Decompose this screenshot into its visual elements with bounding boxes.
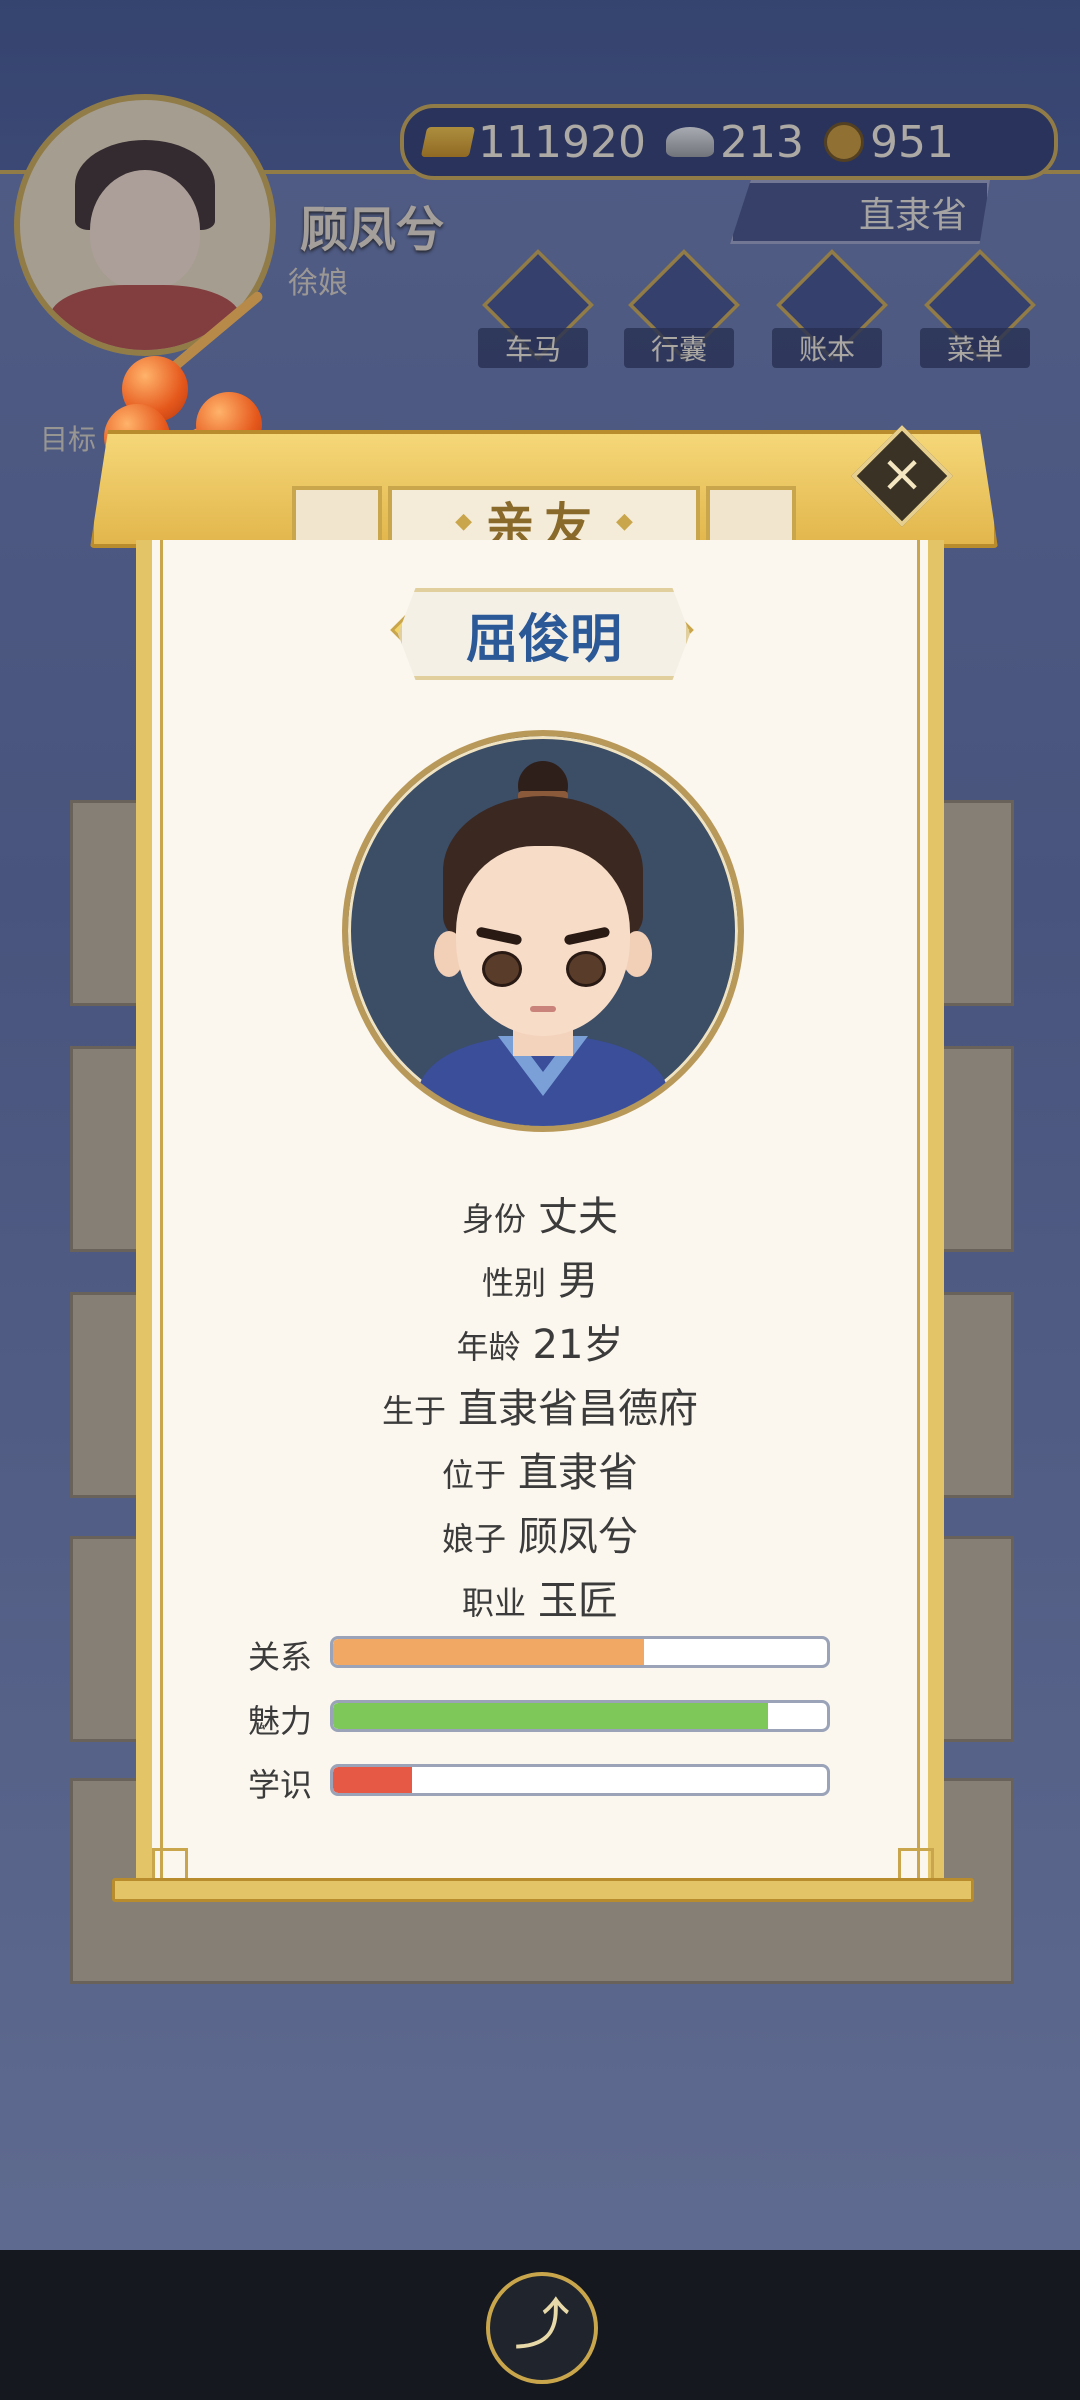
info-birthplace: 生于 直隶省昌德府 (136, 1376, 944, 1434)
knowledge-bar (330, 1764, 830, 1796)
info-gender: 性别男 (136, 1248, 944, 1306)
share-button[interactable]: ⤴ (486, 2272, 598, 2384)
info-value: 直隶省 (518, 1450, 638, 1496)
relationship-bar (330, 1636, 830, 1668)
info-key: 年龄 (456, 1328, 521, 1366)
character-portrait (342, 730, 744, 1132)
info-key: 职业 (461, 1584, 526, 1622)
info-value: 顾凤兮 (518, 1514, 638, 1560)
stat-label-relationship: 关系 (248, 1638, 313, 1676)
knowledge-bar-fill (333, 1767, 413, 1793)
info-key: 性别 (481, 1264, 546, 1302)
stat-label-charm: 魅力 (248, 1702, 313, 1740)
info-key: 娘子 (441, 1520, 506, 1558)
info-value: 男 (558, 1258, 598, 1304)
charm-bar-fill (333, 1703, 768, 1729)
character-name: 屈俊明 (398, 588, 690, 680)
charm-bar (330, 1700, 830, 1732)
info-age: 年龄 21岁 (136, 1312, 944, 1370)
relationship-bar-fill (333, 1639, 645, 1665)
info-key: 身份 (461, 1200, 526, 1238)
info-wife: 娘子 顾凤兮 (136, 1504, 944, 1562)
info-value: 直隶省昌德府 (458, 1386, 698, 1432)
info-location: 位于 直隶省 (136, 1440, 944, 1498)
info-identity: 身份 丈夫 (136, 1184, 944, 1242)
character-name-text: 屈俊明 (465, 609, 622, 670)
stat-label-knowledge: 学识 (248, 1766, 313, 1804)
info-value: 玉匠 (538, 1578, 618, 1624)
info-value: 丈夫 (538, 1194, 618, 1240)
share-icon: ⤴ (514, 2293, 570, 2358)
info-value: 21岁 (532, 1322, 624, 1368)
info-key: 位于 (441, 1456, 506, 1494)
info-occupation: 职业 玉匠 (136, 1568, 944, 1626)
close-icon: × (880, 444, 924, 504)
info-key: 生于 (381, 1392, 446, 1430)
modal-footer-rod (112, 1878, 974, 1902)
